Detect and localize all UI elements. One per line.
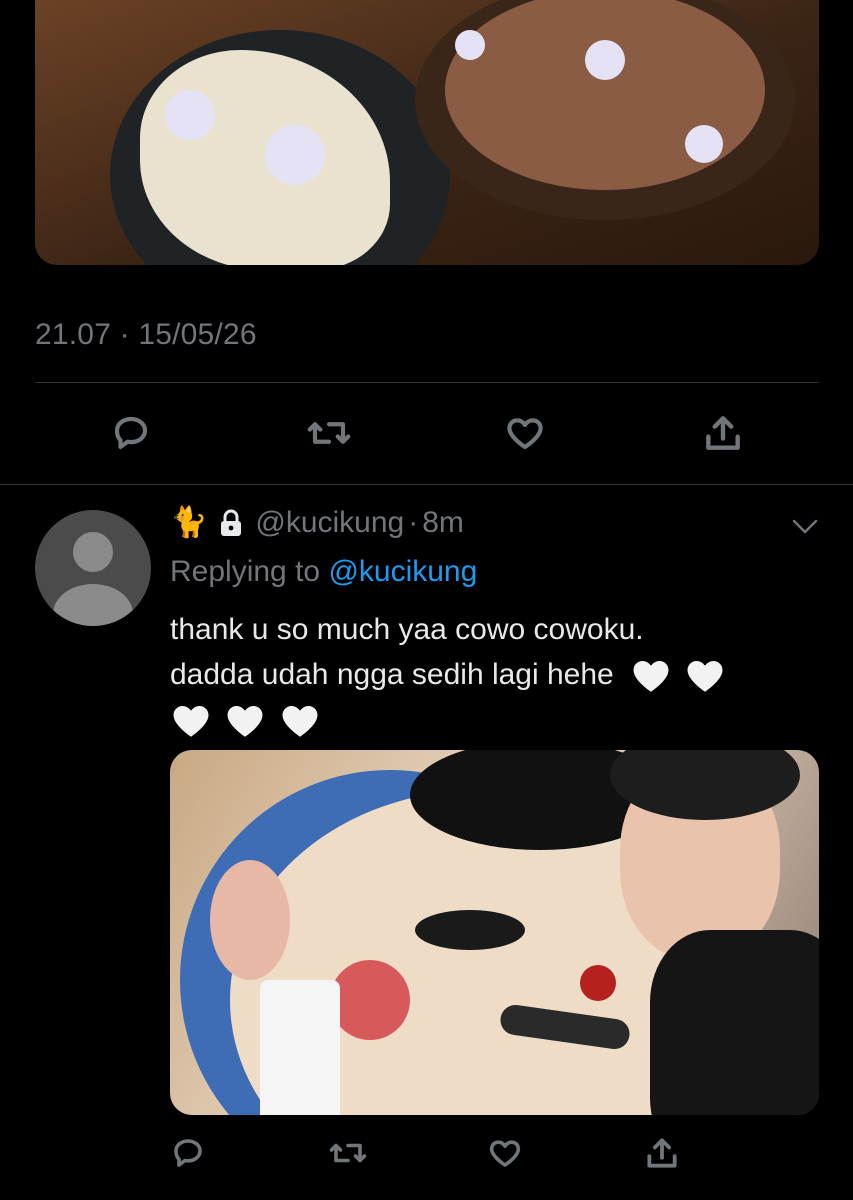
divider xyxy=(35,382,819,383)
tweet-timestamp[interactable]: 21.07 · 15/05/26 xyxy=(35,318,257,352)
chevron-down-icon[interactable] xyxy=(790,515,820,539)
divider xyxy=(0,484,853,485)
white-heart-emoji xyxy=(173,706,209,737)
white-heart-emoji xyxy=(227,706,263,737)
white-heart-emoji xyxy=(282,706,318,737)
speech-bubble-icon xyxy=(174,1139,202,1167)
reply-text-line-2: dadda udah ngga sedih lagi hehe xyxy=(170,652,810,697)
reply-text-line-3 xyxy=(170,697,810,742)
cat-emoji: 🐈 xyxy=(170,506,208,539)
avatar[interactable] xyxy=(35,510,151,626)
heart-icon xyxy=(507,418,543,450)
share-button[interactable] xyxy=(693,403,753,463)
reply-text-line-2-text: dadda udah ngga sedih lagi hehe xyxy=(170,658,614,691)
share-upload-icon xyxy=(706,416,740,450)
reply-time[interactable]: 8m xyxy=(422,506,464,540)
separator-dot: · xyxy=(408,505,419,539)
replying-to-line: Replying to @kucikung xyxy=(170,555,477,589)
retweet-icon xyxy=(307,422,351,444)
share-upload-icon xyxy=(647,1138,677,1168)
white-heart-emoji xyxy=(687,661,723,692)
user-handle[interactable]: @kucikung xyxy=(255,506,404,540)
retweet-icon xyxy=(329,1143,367,1163)
like-button[interactable] xyxy=(477,1125,533,1181)
reply-photo[interactable] xyxy=(170,750,819,1115)
reply-text: thank u so much yaa cowo cowoku. dadda u… xyxy=(170,607,810,742)
retweet-button[interactable] xyxy=(320,1125,376,1181)
reply-header: 🐈 @kucikung · 8m xyxy=(170,505,464,540)
white-heart-emoji xyxy=(633,661,669,692)
share-button[interactable] xyxy=(634,1125,690,1181)
heart-icon xyxy=(489,1140,521,1167)
tweet-photo-food[interactable] xyxy=(35,0,819,265)
reply-text-line-1: thank u so much yaa cowo cowoku. xyxy=(170,613,644,646)
reply-button[interactable] xyxy=(160,1125,216,1181)
reply-button[interactable] xyxy=(101,403,161,463)
retweet-button[interactable] xyxy=(299,403,359,463)
replying-mention-link[interactable]: @kucikung xyxy=(328,555,477,588)
lock-icon xyxy=(221,509,242,536)
replying-label: Replying to xyxy=(170,555,321,588)
like-button[interactable] xyxy=(495,403,555,463)
speech-bubble-icon xyxy=(114,416,148,450)
